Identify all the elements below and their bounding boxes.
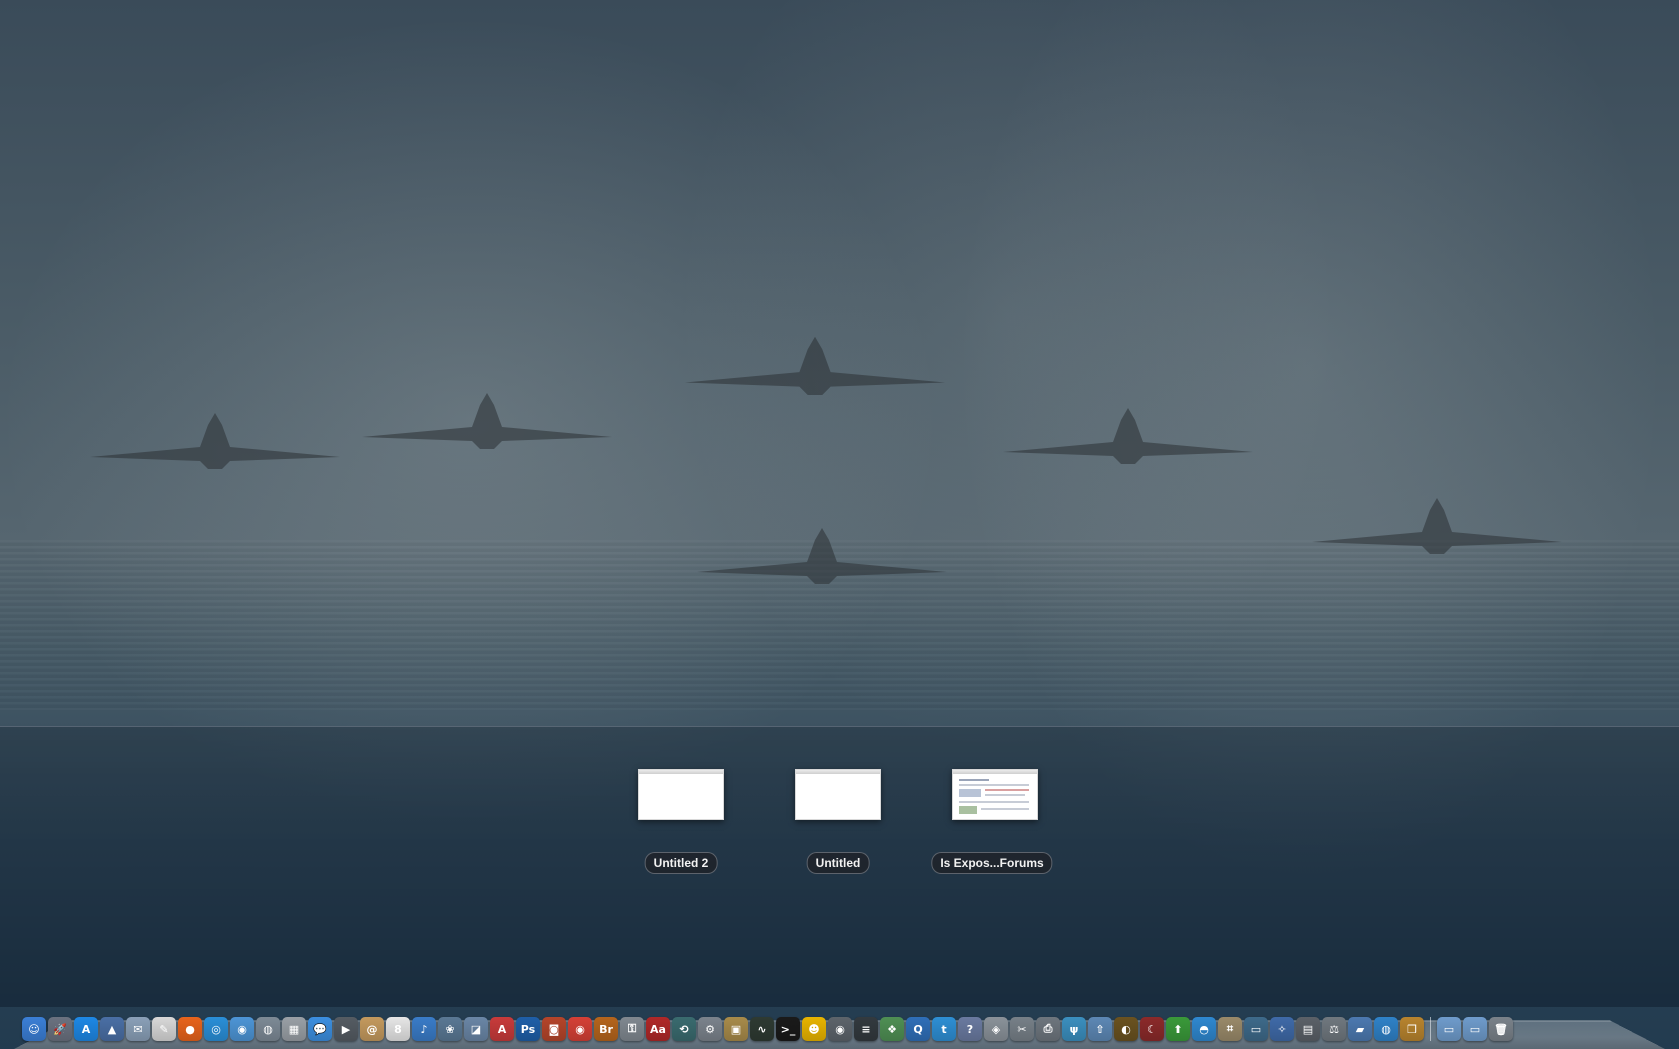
disk-utility-icon[interactable]: ◈ — [984, 1017, 1008, 1041]
adium-icon[interactable]: ☻ — [802, 1017, 826, 1041]
photo-booth-icon[interactable]: ◙ — [542, 1017, 566, 1041]
finder-icon[interactable]: ☺ — [22, 1017, 46, 1041]
wallpaper-jet — [1312, 498, 1562, 554]
twitter-icon[interactable]: t — [932, 1017, 956, 1041]
window-label-untitled-2[interactable]: Untitled 2 — [644, 852, 718, 874]
launchpad-icon[interactable]: 🚀 — [48, 1017, 72, 1041]
textedit-icon[interactable]: ✎ — [152, 1017, 176, 1041]
preview-icon[interactable]: ▲ — [100, 1017, 124, 1041]
dictionary-icon[interactable]: Aa — [646, 1017, 670, 1041]
page-line — [959, 801, 1029, 803]
itunes-icon[interactable]: ♪ — [412, 1017, 436, 1041]
folder-icon[interactable]: ▭ — [1437, 1017, 1461, 1041]
system-preferences-icon[interactable]: ⚙ — [698, 1017, 722, 1041]
window-thumbnail-untitled[interactable] — [795, 769, 881, 820]
scale-icon[interactable]: ⚖ — [1322, 1017, 1346, 1041]
photo-icon[interactable]: ▤ — [1296, 1017, 1320, 1041]
image-capture-icon[interactable]: ◪ — [464, 1017, 488, 1041]
iphoto-library-icon[interactable]: ❖ — [880, 1017, 904, 1041]
photoshop-icon[interactable]: Ps — [516, 1017, 540, 1041]
migration-assistant-icon[interactable]: ▣ — [724, 1017, 748, 1041]
dashboard-icon[interactable]: ◐ — [1114, 1017, 1138, 1041]
page-line — [959, 779, 989, 781]
window-titlebar — [796, 770, 880, 774]
window-thumbnail-forums[interactable] — [952, 769, 1038, 820]
page-line — [959, 806, 977, 814]
quicktime-icon[interactable]: Q — [906, 1017, 930, 1041]
desktop-wallpaper: Untitled 2 Untitled Is Expos...Forums ☺ 🚀… — [0, 0, 1679, 1049]
dock-separator — [1430, 1017, 1431, 1041]
iphoto-icon[interactable]: ❀ — [438, 1017, 462, 1041]
window-thumbnail-untitled-2[interactable] — [638, 769, 724, 820]
airport-icon[interactable]: ◓ — [1192, 1017, 1216, 1041]
tools-icon[interactable]: ✂ — [1010, 1017, 1034, 1041]
wallpaper-jet — [685, 336, 945, 395]
chrome-like-icon[interactable]: ◉ — [230, 1017, 254, 1041]
ical-icon[interactable]: 8 — [386, 1017, 410, 1041]
google-chrome-icon[interactable]: ◉ — [568, 1017, 592, 1041]
trash-icon[interactable]: 🗑 — [1489, 1017, 1513, 1041]
compass-icon[interactable]: ✧ — [1270, 1017, 1294, 1041]
safari-icon[interactable]: ◎ — [204, 1017, 228, 1041]
activity-monitor-icon[interactable]: ∿ — [750, 1017, 774, 1041]
upload-icon[interactable]: ⇧ — [1088, 1017, 1112, 1041]
screenshot-icon[interactable]: ◉ — [828, 1017, 852, 1041]
wallpaper-jet — [697, 528, 947, 584]
page-line — [959, 784, 1029, 786]
ipa-icon[interactable]: ? — [958, 1017, 982, 1041]
mail-icon[interactable]: ✉ — [126, 1017, 150, 1041]
dock: ☺ 🚀 A ▲ ✉ ✎ ● ◎ ◉ ◍ ▦ 💬 ▶ @8 ♪ ❀ ◪ A Ps ◙ ◉ Br ⚿ Aa ⟲ ⚙ ▣ ∿ >_ ☻ ◉ ≡ ❖ Qt… — [22, 1015, 1513, 1041]
address-book-icon[interactable]: @ — [360, 1017, 384, 1041]
window-label-forums[interactable]: Is Expos...Forums — [931, 852, 1053, 874]
keychain-icon[interactable]: ⚿ — [620, 1017, 644, 1041]
terminal-icon[interactable]: >_ — [776, 1017, 800, 1041]
wallpaper-jet — [1003, 408, 1253, 464]
ichat-icon[interactable]: 💬 — [308, 1017, 332, 1041]
network-utility-icon[interactable]: ◍ — [256, 1017, 280, 1041]
screen-sharing-icon[interactable]: ▭ — [1244, 1017, 1268, 1041]
photo-frame-icon[interactable]: ❒ — [1400, 1017, 1424, 1041]
wallpaper-jet — [362, 393, 612, 449]
page-line — [959, 789, 981, 797]
green-arrow-icon[interactable]: ⬆ — [1166, 1017, 1190, 1041]
firefox-icon[interactable]: ● — [178, 1017, 202, 1041]
console-icon[interactable]: ≡ — [854, 1017, 878, 1041]
moon-icon[interactable]: ☾ — [1140, 1017, 1164, 1041]
scissors-app-icon[interactable]: ψ — [1062, 1017, 1086, 1041]
page-line — [985, 794, 1025, 796]
app-store-icon[interactable]: A — [74, 1017, 98, 1041]
calculator-icon[interactable]: ▦ — [282, 1017, 306, 1041]
bridge-icon[interactable]: Br — [594, 1017, 618, 1041]
page-line — [985, 789, 1029, 791]
globe-icon[interactable]: ◍ — [1374, 1017, 1398, 1041]
page-line — [981, 808, 1029, 810]
acrobat-icon[interactable]: A — [490, 1017, 514, 1041]
time-machine-icon[interactable]: ⟲ — [672, 1017, 696, 1041]
window-titlebar — [639, 770, 723, 774]
facetime-icon[interactable]: ▶ — [334, 1017, 358, 1041]
window-titlebar — [953, 770, 1037, 774]
downloads-folder-icon[interactable]: ▭ — [1463, 1017, 1487, 1041]
applications-stack-icon[interactable]: ▰ — [1348, 1017, 1372, 1041]
grab-icon[interactable]: ⌗ — [1218, 1017, 1242, 1041]
wallpaper-jet — [90, 413, 340, 469]
printer-icon[interactable]: ⎙ — [1036, 1017, 1060, 1041]
window-label-untitled[interactable]: Untitled — [806, 852, 870, 874]
